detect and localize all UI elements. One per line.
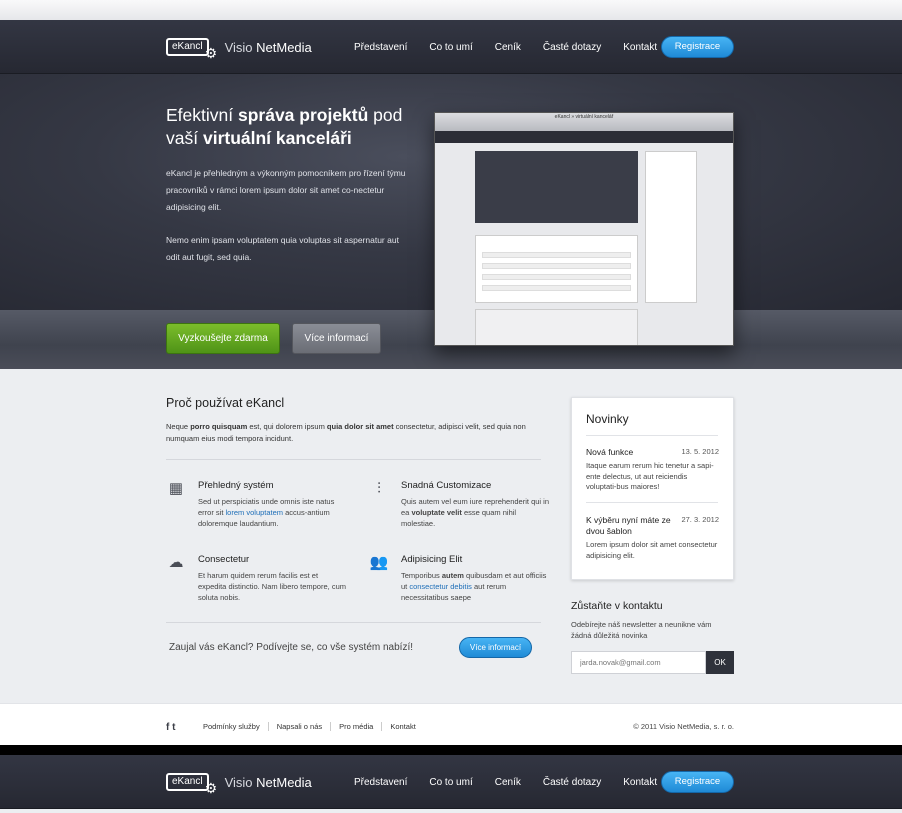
main-section — [0, 369, 902, 703]
main-menu: Představení Co to umí Ceník Časté dotazy… — [354, 755, 679, 809]
news-item[interactable]: K výběru nyní máte ze dvou šablon 27. 3.… — [586, 515, 719, 561]
feature-link[interactable]: lorem voluptatem — [226, 508, 284, 517]
news-item[interactable]: Nová funkce 13. 5. 2012 Itaque earum rer… — [586, 447, 719, 493]
news-item-date: 13. 5. 2012 — [681, 447, 719, 456]
divider — [586, 435, 718, 436]
top-strip — [0, 0, 902, 20]
news-item-title: K výběru nyní máte ze dvou šablon — [586, 515, 671, 536]
news-box: Novinky Nová funkce 13. 5. 2012 Itaque e… — [571, 397, 734, 580]
social-icons[interactable]: f t — [166, 722, 175, 733]
nav-item-kontakt[interactable]: Kontakt — [623, 42, 657, 53]
nav-item-kontakt[interactable]: Kontakt — [623, 777, 657, 788]
logo-badge: eKancl — [166, 38, 209, 56]
newsletter-submit-button[interactable]: OK — [706, 651, 734, 674]
news-item-text: Itaque earum rerum hic tenetur a sapi-en… — [586, 461, 714, 491]
browser-chrome: eKancl » virtuální kancelář — [435, 113, 733, 131]
why-lead: Neque porro quisquam est, qui dolorem ip… — [166, 422, 526, 443]
sticky-header-navbar: eKancl ⚙ Visio NetMedia Představení Co t… — [0, 755, 902, 809]
users-icon: 👥 — [369, 554, 389, 571]
hero-paragraph-2: Nemo enim ipsam voluptatem quia voluptas… — [166, 235, 399, 262]
feature-text: Sed ut perspiciatis unde omnis iste natu… — [198, 497, 335, 528]
browser-url: eKancl » virtuální kancelář — [554, 114, 614, 120]
abacus-icon: ▦ — [168, 480, 184, 497]
gear-icon: ⚙ — [204, 45, 218, 61]
footer: f t Podmínky služby Napsali o nás Pro mé… — [0, 703, 902, 745]
feature-prehledny-system: ▦ Přehledný systém Sed ut perspiciatis u… — [169, 480, 348, 529]
feature-snadna-customizace: ⫶ Snadná Customizace Quis autem vel eum … — [377, 480, 551, 529]
news-item-text: Lorem ipsum dolor sit amet consectetur a… — [586, 540, 718, 560]
divider — [166, 459, 541, 460]
feature-consectetur: ☁ Consectetur Et harum quidem rerum faci… — [169, 554, 348, 603]
contact-title: Zůstaňte v kontaktu — [571, 600, 663, 612]
nav-item-predstaveni[interactable]: Představení — [354, 42, 407, 53]
footer-link-podminky[interactable]: Podmínky služby — [203, 722, 268, 731]
cloud-icon: ☁ — [168, 554, 184, 571]
logo[interactable]: eKancl ⚙ Visio NetMedia — [166, 36, 312, 61]
footer-link-napsali[interactable]: Napsali o nás — [267, 722, 330, 731]
footer-link-pro-media[interactable]: Pro média — [330, 722, 381, 731]
divider — [586, 502, 718, 503]
logo-text: Visio NetMedia — [224, 39, 312, 55]
feature-title: Adipisicing Elit — [401, 554, 463, 565]
mockup-sidebar — [645, 151, 697, 303]
mockup-tasks — [475, 235, 638, 303]
divider — [166, 622, 541, 623]
hero-title: Efektivní správa projektů pod vaší virtu… — [166, 105, 403, 148]
news-title: Novinky — [586, 412, 629, 426]
why-title: Proč používat eKancl — [166, 396, 285, 410]
mockup-project-panel — [475, 151, 638, 223]
hero-paragraph-1: eKancl je přehledným a výkonným pomocník… — [166, 168, 406, 212]
nav-item-caste-dotazy[interactable]: Časté dotazy — [543, 777, 601, 788]
cta-more-info-button[interactable]: Více informací — [459, 637, 532, 658]
nav-item-cenik[interactable]: Ceník — [495, 42, 521, 53]
feature-text: Temporibus autem quibusdam et aut offici… — [401, 571, 547, 602]
nav-item-co-to-umi[interactable]: Co to umí — [429, 777, 472, 788]
feature-title: Snadná Customizace — [401, 480, 492, 491]
logo-badge: eKancl — [166, 773, 209, 791]
app-screenshot-mockup: eKancl » virtuální kancelář — [434, 112, 734, 346]
news-item-date: 27. 3. 2012 — [681, 515, 719, 524]
register-button[interactable]: Registrace — [661, 771, 734, 793]
newsletter-email-input[interactable] — [571, 651, 706, 674]
mockup-calendar — [475, 309, 638, 345]
feature-text: Quis autem vel eum iure reprehenderit qu… — [401, 497, 549, 528]
logo[interactable]: eKancl ⚙ Visio NetMedia — [166, 771, 312, 796]
feature-title: Consectetur — [198, 554, 250, 565]
sliders-icon: ⫶ — [377, 480, 381, 497]
nav-item-predstaveni[interactable]: Představení — [354, 777, 407, 788]
feature-link[interactable]: consectetur debitis — [409, 582, 472, 591]
cta-text: Zaujal vás eKancl? Podívejte se, co vše … — [169, 642, 414, 653]
separator-bar — [0, 745, 902, 755]
mockup-navbar — [435, 131, 733, 143]
nav-item-cenik[interactable]: Ceník — [495, 777, 521, 788]
copyright: © 2011 Visio NetMedia, s. r. o. — [633, 722, 734, 731]
gear-icon: ⚙ — [204, 780, 218, 796]
more-info-button[interactable]: Více informací — [292, 323, 381, 354]
nav-item-caste-dotazy[interactable]: Časté dotazy — [543, 42, 601, 53]
logo-text: Visio NetMedia — [224, 774, 312, 790]
footer-link-kontakt[interactable]: Kontakt — [381, 722, 423, 731]
footer-links: Podmínky služby Napsali o nás Pro média … — [203, 722, 424, 731]
header-navbar: eKancl ⚙ Visio NetMedia Představení Co t… — [0, 20, 902, 74]
feature-text: Et harum quidem rerum facilis est et exp… — [198, 571, 346, 602]
main-menu: Představení Co to umí Ceník Časté dotazy… — [354, 20, 679, 74]
feature-title: Přehledný systém — [198, 480, 274, 491]
feature-adipisicing-elit: 👥 Adipisicing Elit Temporibus autem quib… — [370, 554, 551, 603]
try-free-button[interactable]: Vyzkoušejte zdarma — [166, 323, 280, 354]
contact-text: Odebírejte náš newsletter a neunikne vám… — [571, 620, 712, 640]
nav-item-co-to-umi[interactable]: Co to umí — [429, 42, 472, 53]
news-item-title: Nová funkce — [586, 447, 634, 457]
register-button[interactable]: Registrace — [661, 36, 734, 58]
